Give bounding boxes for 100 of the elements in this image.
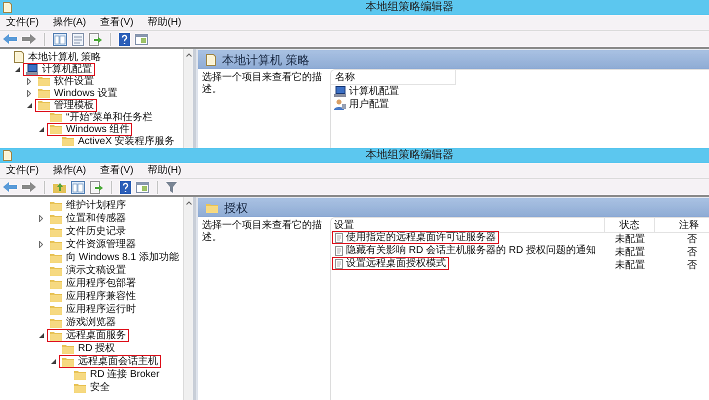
scroll-up-icon[interactable] [186, 53, 192, 57]
properties-icon[interactable] [72, 32, 84, 46]
help-icon[interactable] [120, 180, 131, 194]
tree-item[interactable]: 远程桌面会话主机 [59, 355, 161, 368]
document-icon [14, 51, 24, 63]
tree-item[interactable]: 向 Windows 8.1 添加功能 [47, 251, 182, 264]
menu-item[interactable]: 文件(F) [6, 163, 39, 178]
folder-icon [62, 136, 74, 146]
column-header[interactable]: 注释 [655, 218, 709, 232]
export-icon[interactable] [90, 180, 103, 194]
folder-icon [50, 214, 62, 224]
setting-row[interactable]: 设置远程桌面授权模式 [332, 257, 449, 270]
column-header[interactable]: 名称 [331, 70, 456, 85]
status-cell-text: 未配置 [614, 232, 646, 246]
tree-item[interactable]: 应用程序包部署 [47, 277, 139, 290]
back-icon[interactable] [3, 182, 17, 192]
tree-item[interactable]: 演示文稿设置 [47, 264, 129, 277]
collapsed-arrow-icon[interactable] [27, 78, 31, 84]
column-header[interactable]: 状态 [605, 218, 655, 232]
help-icon[interactable] [119, 32, 130, 46]
export-icon[interactable] [89, 32, 102, 46]
forward-icon[interactable] [22, 182, 36, 192]
tree-item[interactable]: 安全 [71, 381, 113, 394]
expanded-arrow-icon[interactable] [50, 359, 56, 364]
pane-view-icon[interactable] [135, 34, 148, 44]
up-folder-icon[interactable] [53, 182, 66, 192]
folder-icon [38, 76, 50, 86]
tree-item[interactable]: 计算机配置 [23, 62, 95, 76]
back-icon[interactable] [3, 34, 17, 44]
collapsed-arrow-icon[interactable] [39, 241, 43, 248]
tree-item[interactable]: Windows 设置 [35, 86, 120, 100]
expanded-arrow-icon[interactable] [26, 102, 32, 108]
expanded-arrow-icon[interactable] [38, 126, 44, 132]
expanded-arrow-icon[interactable] [38, 333, 44, 338]
tree-item[interactable]: RD 连接 Broker [71, 368, 162, 381]
tree-item[interactable]: 本地计算机 策略 [11, 50, 104, 64]
folder-icon [206, 202, 218, 212]
tree-item[interactable]: 文件历史记录 [47, 225, 129, 238]
pane-header: 本地计算机 策略 [198, 50, 709, 69]
column-header[interactable]: 设置 [331, 218, 605, 232]
folder-icon [62, 356, 74, 366]
folder-icon [50, 304, 62, 314]
folder-icon [62, 344, 74, 354]
policy-icon [335, 258, 343, 269]
folder-icon [50, 200, 62, 210]
tree-item[interactable]: 游戏浏览器 [47, 316, 119, 329]
menu-item[interactable]: 操作(A) [52, 163, 86, 178]
tree-item[interactable]: Windows 组件 [47, 122, 132, 136]
policy-icon [335, 246, 343, 256]
status-cell-text: 未配置 [614, 246, 646, 260]
user-icon [334, 99, 346, 110]
menu-item[interactable]: 查看(V) [100, 163, 134, 178]
tree-item[interactable]: 文件资源管理器 [47, 238, 139, 251]
tree-item[interactable]: “开始”菜单和任务栏 [47, 110, 156, 124]
menu-item[interactable]: 文件(F) [6, 15, 39, 30]
scroll-up-icon[interactable] [186, 201, 192, 205]
description-text: 选择一个项目来查看它的描述。 [201, 218, 323, 245]
computer-icon [26, 64, 38, 74]
list-item[interactable]: 用户配置 [331, 98, 709, 111]
list-item[interactable]: 计算机配置 [331, 85, 709, 98]
folder-icon [50, 226, 62, 236]
scrollbar[interactable] [183, 197, 193, 400]
note-cell-text: 否 [686, 233, 698, 247]
tree-item[interactable]: 管理模板 [35, 98, 97, 112]
menu-item[interactable]: 操作(A) [52, 15, 86, 30]
computer-icon [334, 86, 346, 97]
menu-item[interactable]: 查看(V) [100, 15, 134, 30]
tree-item[interactable]: 远程桌面服务 [47, 329, 129, 342]
document-icon [206, 54, 216, 66]
folder-icon [50, 266, 62, 276]
tree-item[interactable]: 位置和传感器 [47, 212, 129, 225]
tree-item[interactable]: 软件设置 [35, 74, 97, 88]
tree-item[interactable]: 应用程序兼容性 [47, 290, 139, 303]
menu-item[interactable]: 帮助(H) [147, 15, 182, 30]
note-cell-text: 否 [686, 246, 698, 260]
collapsed-arrow-icon[interactable] [27, 90, 31, 96]
tree-view-icon[interactable] [71, 180, 85, 194]
forward-icon[interactable] [22, 34, 36, 44]
filter-icon[interactable] [166, 182, 177, 192]
collapsed-arrow-icon[interactable] [39, 215, 43, 222]
folder-icon [50, 240, 62, 250]
pane-view-icon[interactable] [136, 182, 149, 192]
tree-item[interactable]: ActiveX 安装程序服务 [59, 134, 178, 148]
expanded-arrow-icon[interactable] [14, 66, 20, 72]
folder-icon [38, 100, 50, 110]
tree-view-icon[interactable] [53, 32, 67, 46]
app-icon [3, 150, 12, 161]
status-cell-text: 未配置 [614, 258, 646, 273]
folder-icon [50, 252, 62, 262]
tree-item[interactable]: RD 授权 [59, 342, 118, 355]
menu-item[interactable]: 帮助(H) [147, 163, 182, 178]
setting-row[interactable]: 隐藏有关影响 RD 会话主机服务器的 RD 授权问题的通知 [332, 244, 599, 258]
folder-icon [74, 370, 86, 380]
folder-icon [38, 88, 50, 98]
folder-icon [50, 318, 62, 328]
setting-row[interactable]: 使用指定的远程桌面许可证服务器 [332, 231, 499, 244]
folder-icon [50, 292, 62, 302]
tree-item[interactable]: 维护计划程序 [47, 199, 129, 212]
tree-item[interactable]: 应用程序运行时 [47, 303, 139, 316]
scrollbar[interactable] [183, 49, 193, 148]
